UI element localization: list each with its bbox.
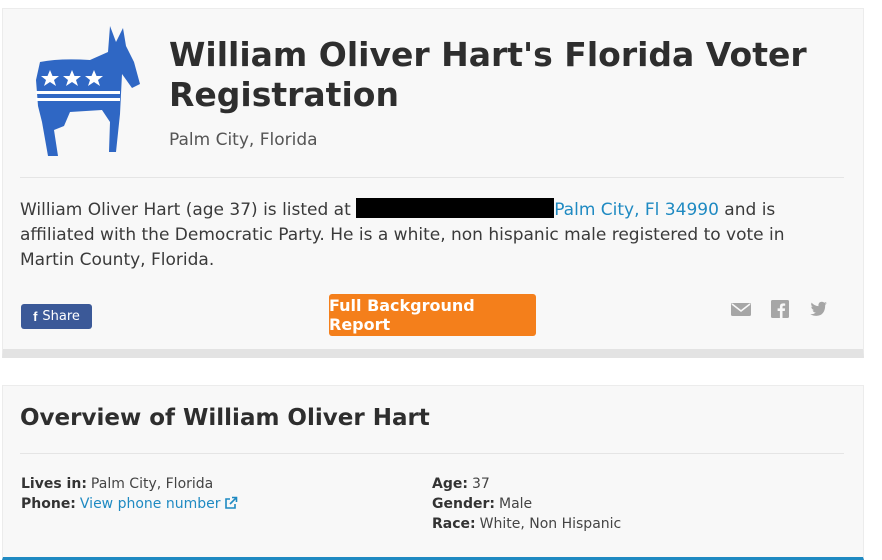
age-row: Age: 37	[432, 476, 490, 492]
full-background-report-button[interactable]: Full Background Report	[329, 294, 536, 336]
facebook-share-icon[interactable]	[770, 300, 790, 318]
page-subtitle: Palm City, Florida	[169, 130, 318, 150]
gender-row: Gender: Male	[432, 496, 532, 512]
facebook-share-button[interactable]: f Share	[21, 304, 92, 329]
address-link[interactable]: Palm City, Fl 34990	[554, 200, 719, 220]
description-lead: William Oliver Hart (age 37) is listed a…	[20, 200, 357, 220]
section-divider	[20, 177, 844, 178]
gender-label: Gender:	[432, 496, 495, 512]
lives-in-row: Lives in: Palm City, Florida	[21, 476, 213, 492]
phone-label: Phone:	[21, 496, 76, 512]
page-title: William Oliver Hart's Florida Voter Regi…	[169, 35, 807, 114]
age-value: 37	[471, 476, 490, 492]
voter-description: William Oliver Hart (age 37) is listed a…	[20, 198, 842, 273]
lives-in-value: Palm City, Florida	[90, 476, 214, 492]
facebook-icon: f	[33, 309, 38, 324]
race-row: Race: White, Non Hispanic	[432, 516, 621, 532]
gender-value: Male	[498, 496, 533, 512]
age-label: Age:	[432, 476, 468, 492]
lives-in-label: Lives in:	[21, 476, 87, 492]
overview-divider	[20, 453, 844, 454]
view-phone-number-link[interactable]: View phone number	[80, 496, 221, 512]
email-icon[interactable]	[731, 300, 751, 318]
twitter-icon[interactable]	[808, 300, 828, 318]
external-link-icon[interactable]	[224, 496, 238, 510]
redacted-street-address	[356, 198, 555, 218]
democrat-donkey-logo	[36, 26, 140, 156]
race-label: Race:	[432, 516, 476, 532]
phone-row: Phone: View phone number	[21, 496, 238, 512]
race-value: White, Non Hispanic	[479, 516, 622, 532]
share-label: Share	[42, 309, 80, 324]
overview-title: Overview of William Oliver Hart	[20, 405, 430, 431]
